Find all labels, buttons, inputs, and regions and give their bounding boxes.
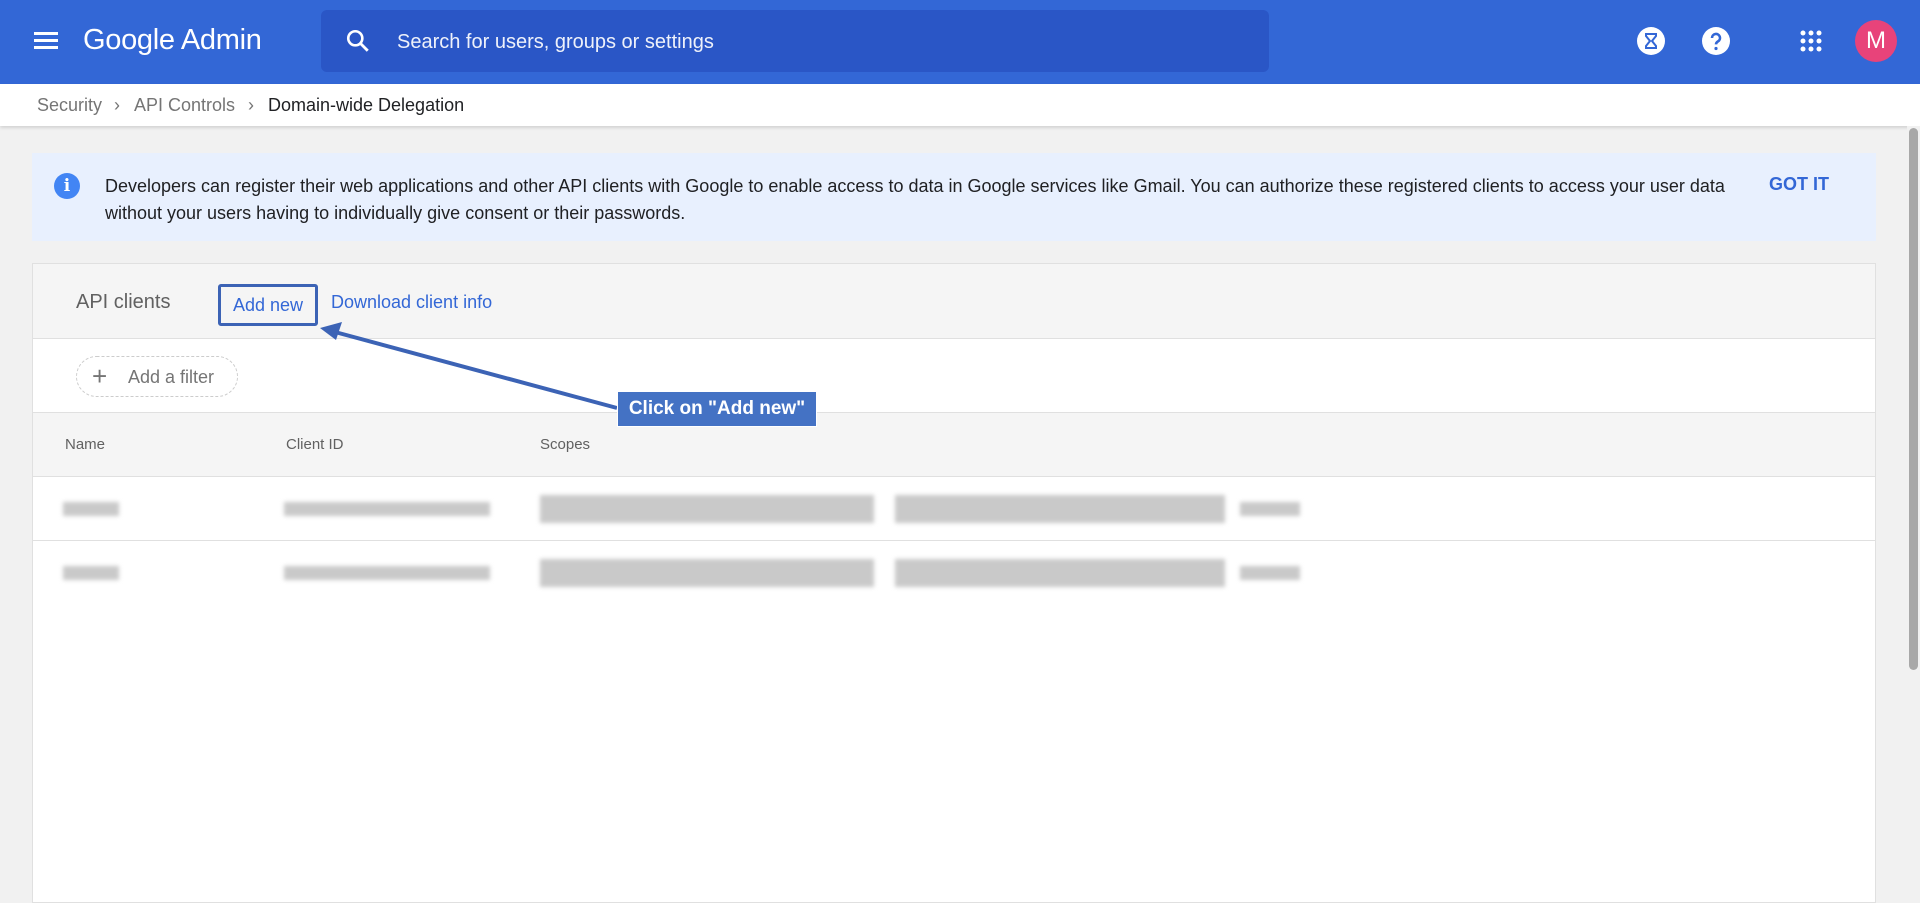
table-row[interactable] <box>33 541 1875 605</box>
redacted-scope <box>540 495 874 523</box>
breadcrumb: Security › API Controls › Domain-wide De… <box>0 84 1920 126</box>
redacted-client-id <box>284 566 490 580</box>
card-header: API clients Add new Download client info <box>33 264 1875 339</box>
chevron-right-icon: › <box>248 95 254 115</box>
breadcrumb-api-controls[interactable]: API Controls <box>134 95 235 116</box>
info-banner: i Developers can register their web appl… <box>32 153 1876 241</box>
chevron-right-icon: › <box>114 95 120 115</box>
help-icon[interactable] <box>1701 26 1731 56</box>
plus-icon: + <box>92 361 108 391</box>
table-header: Name Client ID Scopes <box>33 412 1875 477</box>
apps-grid-icon[interactable] <box>1796 26 1826 56</box>
add-filter-label: Add a filter <box>128 367 215 387</box>
redacted-scope <box>540 559 874 587</box>
redacted-scope <box>895 559 1225 587</box>
hourglass-icon[interactable] <box>1636 26 1666 56</box>
breadcrumb-security[interactable]: Security <box>37 95 102 116</box>
top-app-bar: Google Admin Search for users, groups or… <box>0 0 1920 84</box>
annotation-callout: Click on "Add new" <box>617 391 817 427</box>
redacted-scope <box>1240 566 1300 580</box>
card-title: API clients <box>76 291 171 313</box>
menu-icon[interactable] <box>34 32 58 50</box>
app-logo[interactable]: Google Admin <box>83 24 262 57</box>
search-input[interactable]: Search for users, groups or settings <box>321 10 1269 72</box>
add-new-button[interactable]: Add new <box>218 284 318 326</box>
redacted-scope <box>1240 502 1300 516</box>
scrollbar-thumb[interactable] <box>1909 128 1918 670</box>
api-clients-card: API clients Add new Download client info… <box>32 263 1876 903</box>
page-scrollbar[interactable] <box>1907 126 1920 893</box>
column-client-id[interactable]: Client ID <box>286 436 344 453</box>
got-it-button[interactable]: GOT IT <box>1769 174 1829 195</box>
banner-text: Developers can register their web applic… <box>105 176 1725 223</box>
add-filter-button[interactable]: + Add a filter <box>76 356 238 397</box>
breadcrumb-current: Domain-wide Delegation <box>268 95 465 115</box>
table-row[interactable] <box>33 477 1875 541</box>
redacted-name <box>63 502 119 516</box>
redacted-client-id <box>284 502 490 516</box>
avatar[interactable]: M <box>1855 20 1897 62</box>
info-icon: i <box>54 173 80 199</box>
redacted-name <box>63 566 119 580</box>
search-placeholder: Search for users, groups or settings <box>397 31 714 53</box>
column-scopes[interactable]: Scopes <box>540 436 590 453</box>
redacted-scope <box>895 495 1225 523</box>
column-name[interactable]: Name <box>65 436 105 453</box>
search-icon <box>346 29 369 52</box>
download-client-info-link[interactable]: Download client info <box>331 292 492 313</box>
